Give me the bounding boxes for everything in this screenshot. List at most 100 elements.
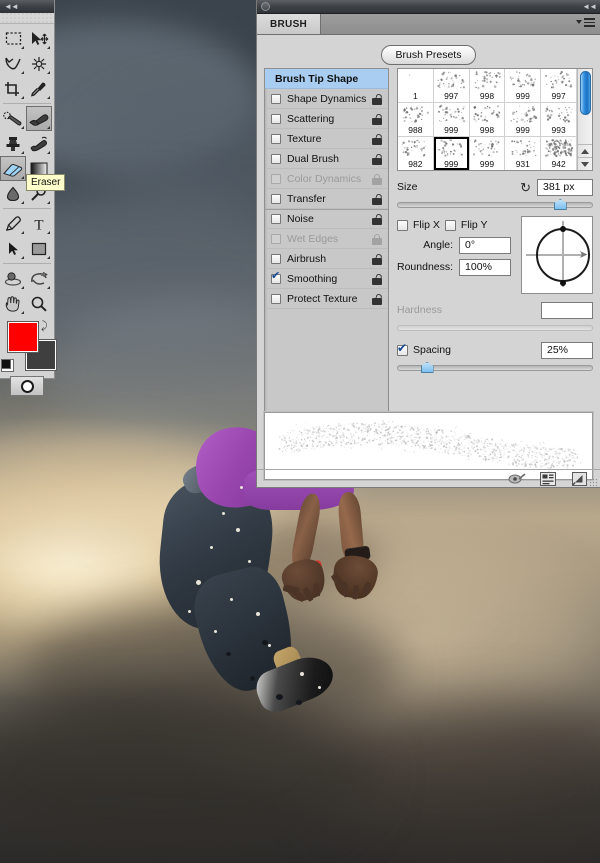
locked-padlock-icon[interactable] [371, 233, 383, 245]
hardness-input[interactable] [541, 301, 593, 319]
size-input[interactable]: 381 px [537, 178, 593, 196]
brush-option-airbrush[interactable]: Airbrush [265, 249, 388, 269]
brush-tip-grid[interactable]: 1 997 998 999 997 988 999 998 999 993 982 999 999 931… [398, 69, 577, 170]
brush-option-scattering[interactable]: Scattering [265, 109, 388, 129]
flip-y-checkbox[interactable] [444, 219, 456, 231]
scroll-up-arrow-icon[interactable] [578, 144, 592, 157]
eyedropper-tool[interactable] [26, 76, 52, 101]
size-slider-knob[interactable] [553, 199, 567, 210]
brush-option-color-dynamics[interactable]: Color Dynamics [265, 169, 388, 189]
tools-panel-gripper[interactable] [0, 13, 54, 24]
brush-tip-cell[interactable]: 999 [505, 103, 542, 137]
brush-tip-cell[interactable]: 998 [469, 69, 506, 103]
collapse-left-arrows-icon[interactable]: ◄◄ [4, 3, 19, 11]
unlocked-padlock-icon[interactable] [371, 292, 383, 305]
brush-option-wet-edges[interactable]: Wet Edges [265, 229, 388, 249]
scroll-down-arrow-icon[interactable] [578, 157, 592, 170]
quick-mask-icon[interactable] [10, 376, 44, 396]
checkbox[interactable] [271, 214, 281, 224]
reset-size-icon[interactable]: ↻ [520, 181, 531, 194]
brush-options-list[interactable]: Brush Tip Shape Shape Dynamics Scattering T… [264, 68, 389, 413]
checkbox[interactable] [271, 233, 281, 244]
checkbox[interactable] [271, 93, 281, 104]
spacing-slider-knob[interactable] [420, 362, 434, 373]
checkbox[interactable] [271, 133, 281, 144]
3d-rotate-tool[interactable] [0, 266, 26, 291]
brush-tip-cell[interactable]: 1 [398, 69, 434, 103]
lasso-tool[interactable] [0, 51, 26, 76]
unlocked-padlock-icon[interactable] [371, 272, 383, 285]
brush-tip-cell[interactable]: 999 [470, 137, 506, 170]
spacing-input[interactable]: 25% [541, 341, 593, 359]
size-slider[interactable] [397, 198, 593, 211]
brush-tip-cell[interactable]: 997 [541, 69, 577, 103]
brush-option-noise[interactable]: Noise [265, 209, 388, 229]
hand-tool[interactable] [0, 291, 26, 316]
foreground-color-swatch[interactable] [8, 322, 38, 352]
brush-option-texture[interactable]: Texture [265, 129, 388, 149]
tab-brush[interactable]: BRUSH [257, 14, 322, 34]
blur-tool[interactable] [0, 181, 26, 206]
unlocked-padlock-icon[interactable] [371, 213, 383, 225]
spacing-checkbox[interactable] [397, 342, 408, 356]
checkbox[interactable] [271, 193, 281, 204]
panel-menu-icon[interactable] [576, 18, 595, 27]
unlocked-padlock-icon[interactable] [371, 192, 383, 205]
pen-tool[interactable] [0, 211, 26, 236]
eraser-tool[interactable] [0, 156, 26, 181]
3d-orbit-tool[interactable] [26, 266, 52, 291]
dial-handle-top[interactable] [560, 226, 567, 232]
clone-stamp-tool[interactable] [0, 131, 26, 156]
healing-brush-tool[interactable] [0, 106, 26, 131]
brush-option-smoothing[interactable]: Smoothing [265, 269, 388, 289]
collapse-right-arrows-icon[interactable]: ◄◄ [582, 3, 597, 11]
locked-padlock-icon[interactable] [371, 173, 383, 185]
checkbox[interactable] [271, 173, 281, 184]
brush-tool[interactable] [26, 106, 52, 131]
swap-colors-icon[interactable]: ⤸ [41, 320, 48, 333]
unlocked-padlock-icon[interactable] [371, 152, 383, 165]
unlocked-padlock-icon[interactable] [371, 252, 383, 265]
brush-grid-scrollbar[interactable] [577, 69, 592, 170]
unlocked-padlock-icon[interactable] [371, 112, 383, 125]
angle-roundness-dial[interactable]: ➤ [521, 216, 593, 294]
brush-tip-cell[interactable]: 997 [433, 69, 470, 103]
flip-x-checkbox[interactable] [397, 219, 408, 231]
type-tool[interactable]: T [26, 211, 52, 236]
dial-handle-bottom[interactable] [560, 280, 567, 286]
roundness-input[interactable]: 100% [459, 258, 512, 276]
panel-collapse-dot-icon[interactable] [261, 2, 270, 11]
magic-wand-tool[interactable] [26, 51, 52, 76]
brush-tip-cell[interactable]: 982 [398, 137, 434, 170]
angle-input[interactable]: 0° [459, 236, 512, 254]
brush-tip-cell[interactable]: 999 [434, 137, 470, 170]
brush-tip-cell[interactable]: 999 [505, 69, 542, 103]
brush-option-brush-tip-shape[interactable]: Brush Tip Shape [265, 69, 388, 89]
path-selection-tool[interactable] [0, 236, 26, 261]
shape-tool[interactable] [26, 236, 52, 261]
brush-option-dual-brush[interactable]: Dual Brush [265, 149, 388, 169]
brush-option-protect-texture[interactable]: Protect Texture [265, 289, 388, 309]
open-preset-manager-icon[interactable] [540, 472, 558, 486]
checkbox[interactable] [271, 153, 281, 164]
default-colors-icon[interactable] [1, 359, 14, 372]
brush-tip-cell[interactable]: 942 [541, 137, 577, 170]
checkbox[interactable] [271, 271, 281, 284]
create-new-brush-icon[interactable] [572, 472, 590, 486]
checkbox[interactable] [271, 253, 281, 264]
brush-option-transfer[interactable]: Transfer [265, 189, 388, 209]
brush-tip-cell[interactable]: 931 [505, 137, 542, 170]
brush-option-shape-dynamics[interactable]: Shape Dynamics [265, 89, 388, 109]
scrollbar-thumb[interactable] [580, 71, 591, 115]
unlocked-padlock-icon[interactable] [371, 92, 383, 105]
hardness-slider[interactable] [397, 321, 593, 334]
zoom-tool[interactable] [26, 291, 52, 316]
unlocked-padlock-icon[interactable] [371, 132, 383, 145]
spacing-slider[interactable] [397, 361, 593, 374]
panel-resize-gripper[interactable] [589, 478, 598, 487]
crop-tool[interactable] [0, 76, 26, 101]
brush-tip-cell[interactable]: 988 [398, 103, 434, 137]
rectangular-marquee-tool[interactable] [0, 26, 26, 51]
brush-presets-button[interactable]: Brush Presets [380, 45, 477, 65]
history-brush-tool[interactable] [26, 131, 52, 156]
